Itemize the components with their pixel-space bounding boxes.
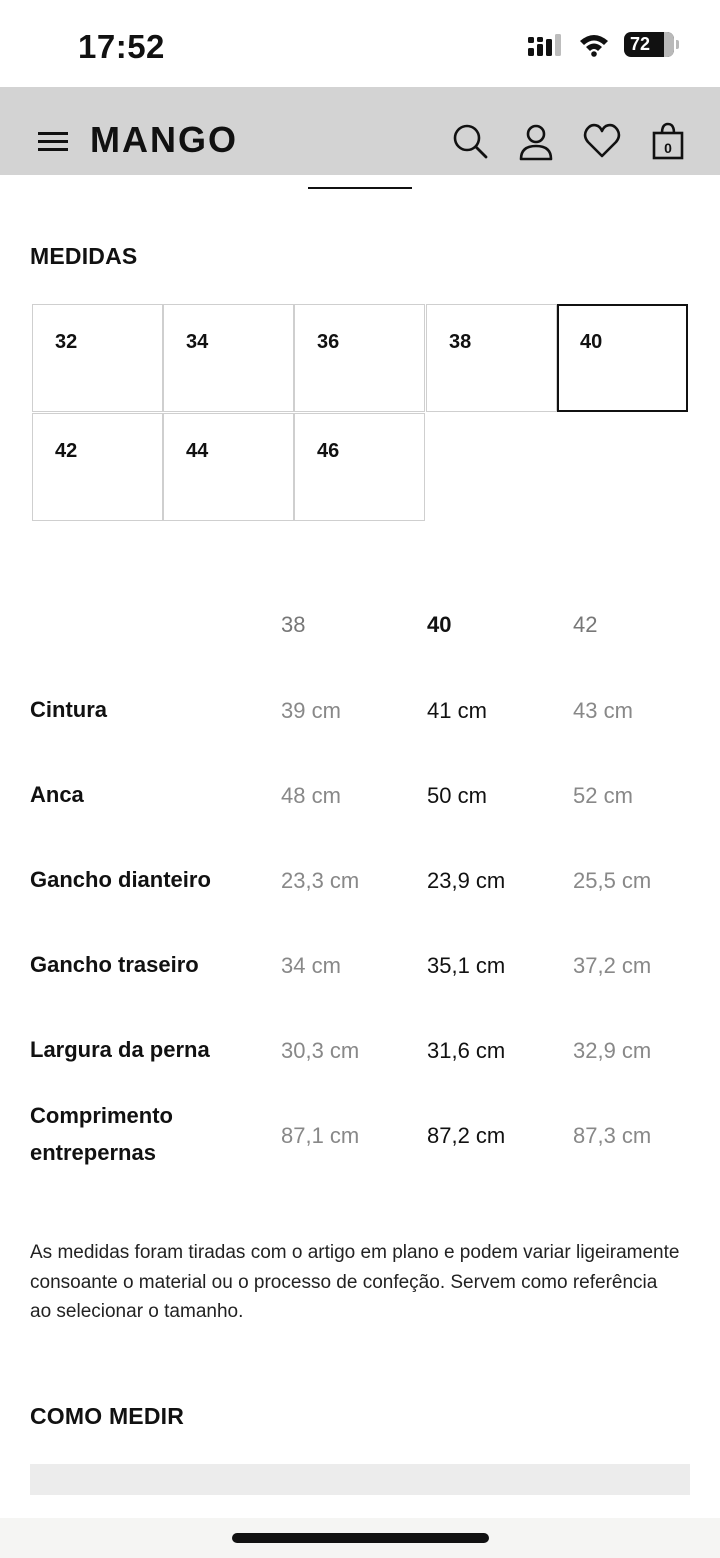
table-cell: 52 cm (573, 783, 633, 808)
column-header: 42 (573, 612, 598, 637)
row-label: Gancho dianteiro (30, 867, 211, 892)
section-title-measures: MEDIDAS (30, 243, 138, 269)
size-option[interactable]: 32 (32, 304, 163, 412)
size-option[interactable]: 46 (294, 413, 425, 521)
column-header-selected: 40 (427, 612, 452, 637)
row-label: Largura da perna (30, 1037, 210, 1062)
table-cell-selected: 23,9 cm (427, 868, 506, 893)
size-option[interactable]: 36 (294, 304, 425, 412)
section-title-how-to-measure: COMO MEDIR (30, 1403, 185, 1429)
menu-icon[interactable] (38, 132, 68, 152)
size-option[interactable]: 38 (426, 304, 557, 412)
table-cell: 87,1 cm (281, 1123, 360, 1148)
site-header: MANGO 0 (0, 87, 720, 175)
row-label-line1: Comprimento (30, 1103, 173, 1128)
bag-count: 0 (664, 140, 672, 156)
wifi-icon (580, 34, 608, 57)
table-cell-selected: 41 cm (427, 698, 487, 723)
table-cell: 34 cm (281, 953, 341, 978)
bag-icon[interactable]: 0 (648, 121, 688, 161)
signal-icon (528, 33, 561, 56)
search-icon[interactable] (450, 121, 490, 161)
home-indicator[interactable] (232, 1533, 489, 1543)
battery-icon: 72 (624, 32, 679, 57)
row-label: Anca (30, 782, 84, 807)
status-time: 17:52 (78, 28, 165, 65)
table-cell: 23,3 cm (281, 868, 360, 893)
table-cell: 30,3 cm (281, 1038, 360, 1063)
table-cell-selected: 35,1 cm (427, 953, 506, 978)
heart-icon[interactable] (582, 121, 622, 161)
row-label: Cintura (30, 697, 107, 722)
size-option-selected[interactable]: 40 (557, 304, 688, 412)
mango-logo[interactable]: MANGO (90, 119, 238, 161)
table-cell-selected: 87,2 cm (427, 1123, 506, 1148)
table-cell: 37,2 cm (573, 953, 652, 978)
table-cell: 87,3 cm (573, 1123, 652, 1148)
table-cell-selected: 50 cm (427, 783, 487, 808)
how-to-measure-image-placeholder (30, 1464, 690, 1495)
row-label: Gancho traseiro (30, 952, 199, 977)
tab-indicator (308, 187, 412, 189)
table-cell: 48 cm (281, 783, 341, 808)
status-bar: 17:52 72 (0, 0, 720, 87)
table-cell: 43 cm (573, 698, 633, 723)
table-cell: 25,5 cm (573, 868, 652, 893)
size-option[interactable]: 42 (32, 413, 163, 521)
size-option[interactable]: 44 (163, 413, 294, 521)
size-option[interactable]: 34 (163, 304, 294, 412)
measurement-note: As medidas foram tiradas com o artigo em… (30, 1242, 680, 1322)
table-cell: 32,9 cm (573, 1038, 652, 1063)
table-cell-selected: 31,6 cm (427, 1038, 506, 1063)
battery-level: 72 (630, 34, 651, 54)
row-label-line2: entrepernas (30, 1140, 156, 1165)
size-grid: 32 34 36 38 40 42 44 46 (32, 304, 692, 522)
table-cell: 39 cm (281, 698, 341, 723)
user-icon[interactable] (516, 121, 556, 161)
status-icons: 72 (528, 32, 679, 57)
column-header: 38 (281, 612, 306, 637)
